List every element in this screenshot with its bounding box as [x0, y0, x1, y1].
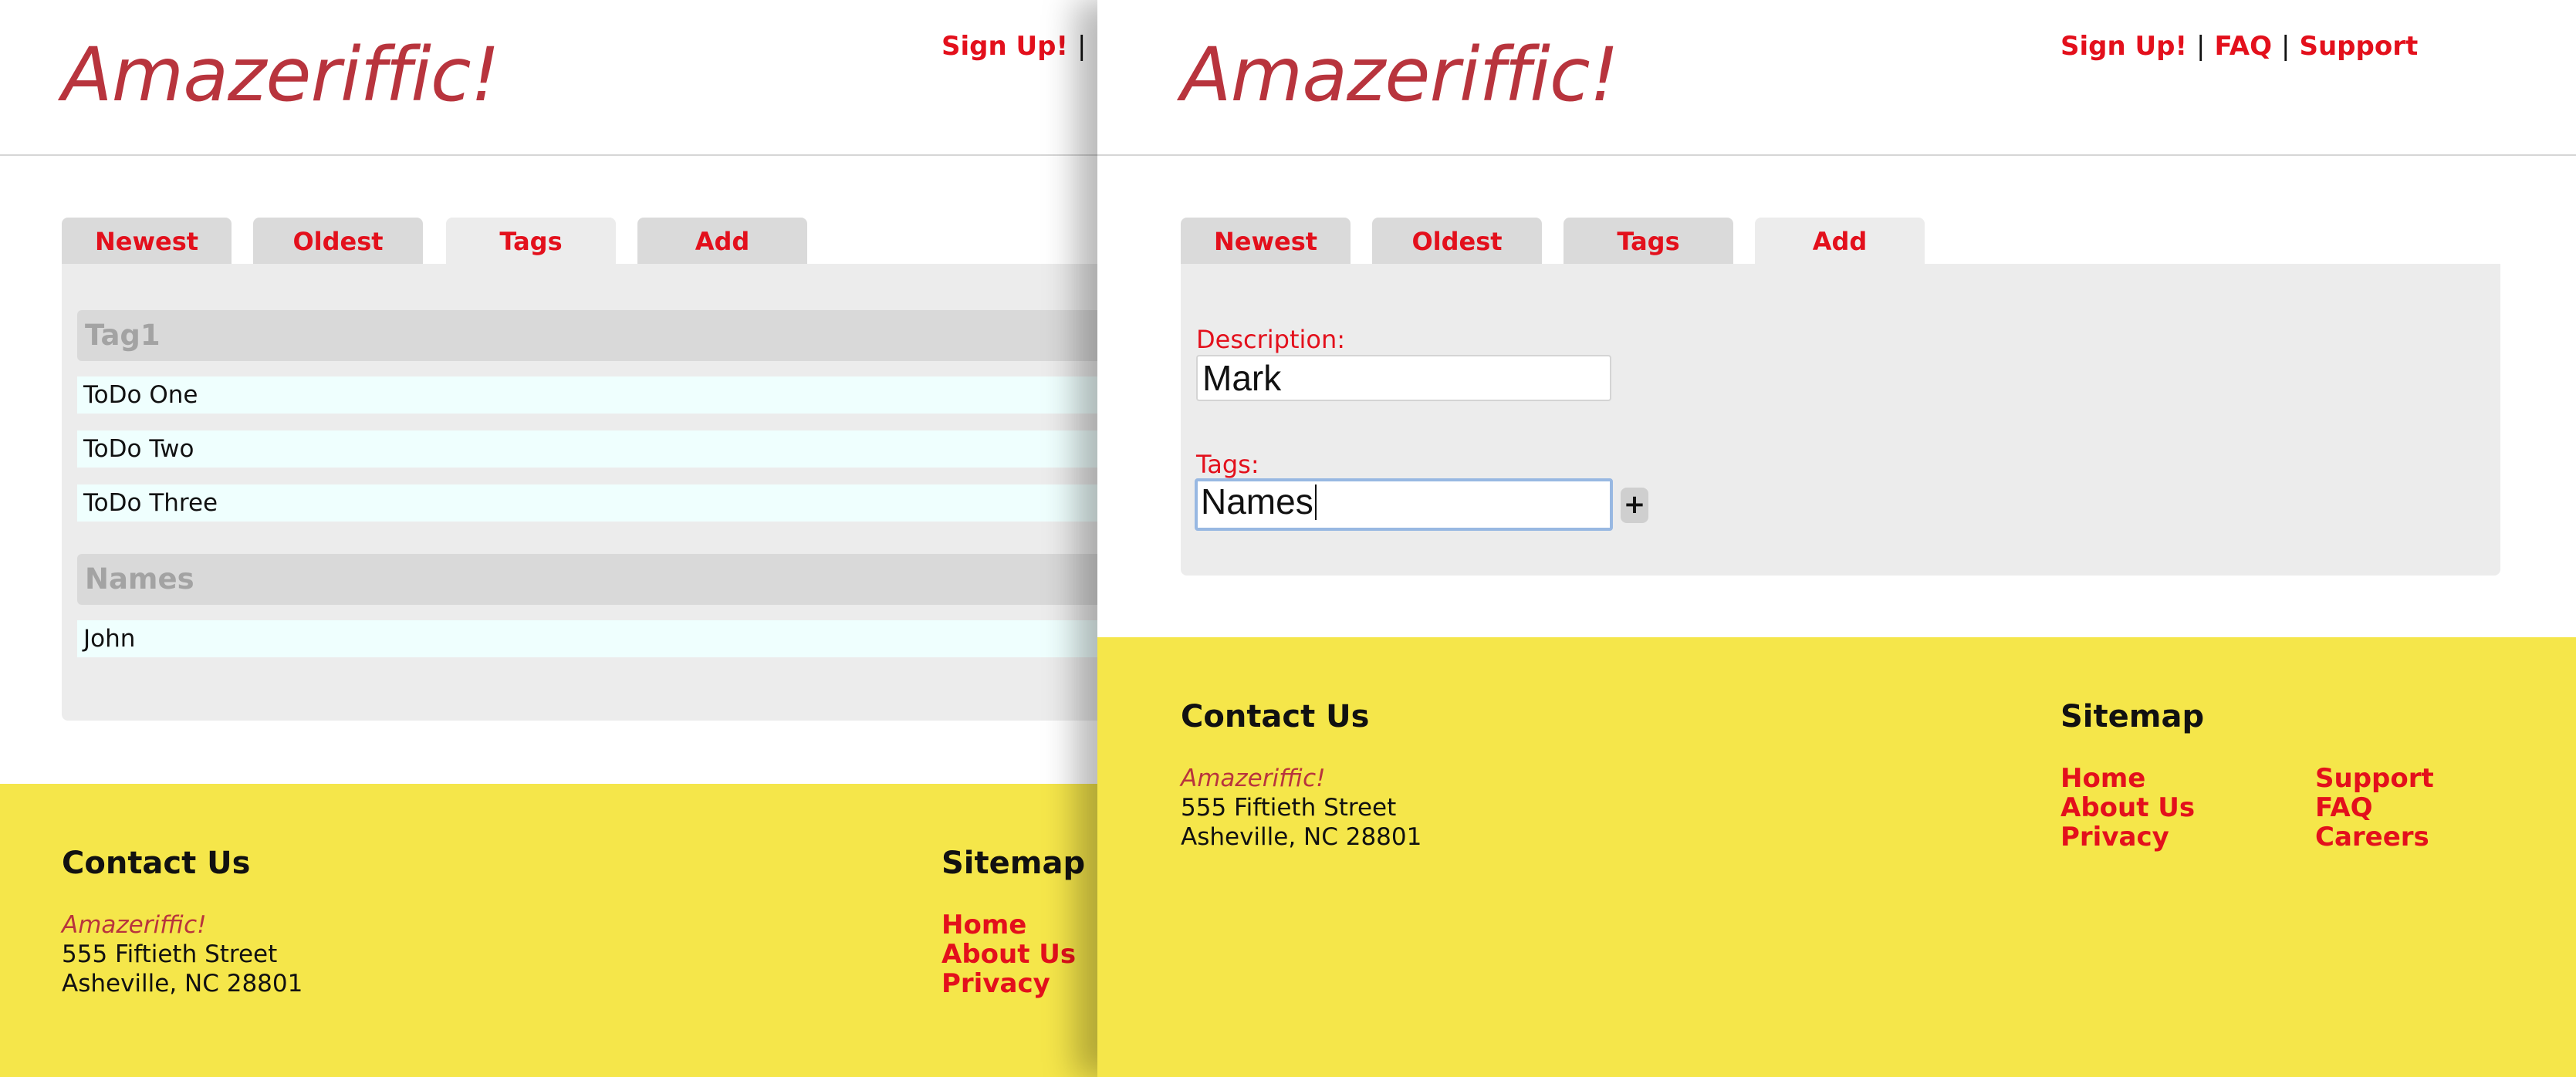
faq-link[interactable]: FAQ [2214, 31, 2272, 62]
description-label: Description: [1196, 325, 1346, 354]
site-logo[interactable]: Amazeriffic! [62, 32, 500, 117]
sitemap-home-link[interactable]: Home [2060, 764, 2195, 793]
site-header: Amazeriffic! Sign Up! | FAQ | Support [1097, 0, 2576, 156]
sitemap-heading: Sitemap [2060, 699, 2205, 734]
top-nav: Sign Up!|FA [941, 29, 1119, 63]
site-footer: Contact Us Amazeriffic! 555 Fiftieth Str… [1097, 637, 2576, 1077]
tab-tags[interactable]: Tags [1564, 218, 1733, 264]
sitemap-about-link[interactable]: About Us [2060, 793, 2195, 822]
add-form-panel: Description: Mark Tags: Names + [1181, 264, 2500, 576]
add-todo-button[interactable]: + [1621, 488, 1648, 523]
site-logo[interactable]: Amazeriffic! [1181, 32, 1619, 117]
address-line-2: Asheville, NC 28801 [62, 970, 303, 998]
sitemap-heading: Sitemap [941, 846, 1086, 881]
sitemap-privacy-link[interactable]: Privacy [941, 969, 1076, 998]
sitemap-column-2: Support FAQ Careers [2315, 764, 2434, 852]
nav-separator: | [2281, 31, 2290, 62]
site-footer: Contact Us Amazeriffic! 555 Fiftieth Str… [0, 784, 1119, 1077]
tab-tags[interactable]: Tags [446, 218, 616, 267]
todo-item: ToDo One [77, 376, 1119, 414]
todo-item: John [77, 620, 1119, 657]
sitemap-support-link[interactable]: Support [2315, 764, 2434, 793]
tag-group-header: Tag1 [77, 310, 1119, 361]
nav-separator: | [1077, 31, 1087, 62]
top-nav: Sign Up! | FAQ | Support [2060, 29, 2418, 63]
text-caret [1314, 484, 1317, 520]
signup-link[interactable]: Sign Up! [2060, 31, 2187, 62]
contact-brand: Amazeriffic! [62, 911, 207, 939]
sitemap-links: Home About Us Privacy [941, 910, 1076, 998]
tab-newest[interactable]: Newest [1181, 218, 1351, 264]
address-line-1: 555 Fiftieth Street [1181, 794, 1397, 822]
contact-brand: Amazeriffic! [1181, 765, 1326, 792]
description-input[interactable]: Mark [1196, 355, 1611, 401]
sitemap-column-1: Home About Us Privacy [2060, 764, 2195, 852]
sitemap-faq-link[interactable]: FAQ [2315, 793, 2434, 822]
contact-heading: Contact Us [1181, 699, 1370, 734]
sitemap-privacy-link[interactable]: Privacy [2060, 822, 2195, 852]
tab-add[interactable]: Add [1755, 218, 1925, 267]
address-line-1: 555 Fiftieth Street [62, 940, 278, 968]
signup-link[interactable]: Sign Up! [941, 31, 1068, 62]
right-browser-window: Amazeriffic! Sign Up! | FAQ | Support Newest… [1097, 0, 2576, 1077]
left-browser-window: Amazeriffic! Sign Up!|FA Newest Oldest T… [0, 0, 1119, 1077]
tags-input[interactable]: Names [1195, 478, 1613, 531]
support-link[interactable]: Support [2299, 31, 2418, 62]
tab-oldest[interactable]: Oldest [1372, 218, 1542, 264]
contact-address: Amazeriffic! 555 Fiftieth Street Ashevil… [62, 910, 303, 998]
nav-separator: | [2196, 31, 2206, 62]
address-line-2: Asheville, NC 28801 [1181, 823, 1422, 851]
tag-group-header: Names [77, 554, 1119, 605]
tab-newest[interactable]: Newest [62, 218, 232, 264]
sitemap-home-link[interactable]: Home [941, 910, 1076, 940]
tab-add[interactable]: Add [637, 218, 807, 264]
tags-input-value: Names [1201, 481, 1313, 522]
sitemap-about-link[interactable]: About Us [941, 940, 1076, 969]
todo-item: ToDo Two [77, 430, 1119, 468]
tags-label: Tags: [1196, 450, 1259, 479]
contact-heading: Contact Us [62, 846, 251, 881]
site-header: Amazeriffic! Sign Up!|FA [0, 0, 1119, 156]
sitemap-careers-link[interactable]: Careers [2315, 822, 2434, 852]
contact-address: Amazeriffic! 555 Fiftieth Street Ashevil… [1181, 764, 1422, 852]
todo-item: ToDo Three [77, 484, 1119, 522]
tab-oldest[interactable]: Oldest [253, 218, 423, 264]
tags-content-panel: Tag1 ToDo One ToDo Two ToDo Three Names … [62, 264, 1119, 721]
